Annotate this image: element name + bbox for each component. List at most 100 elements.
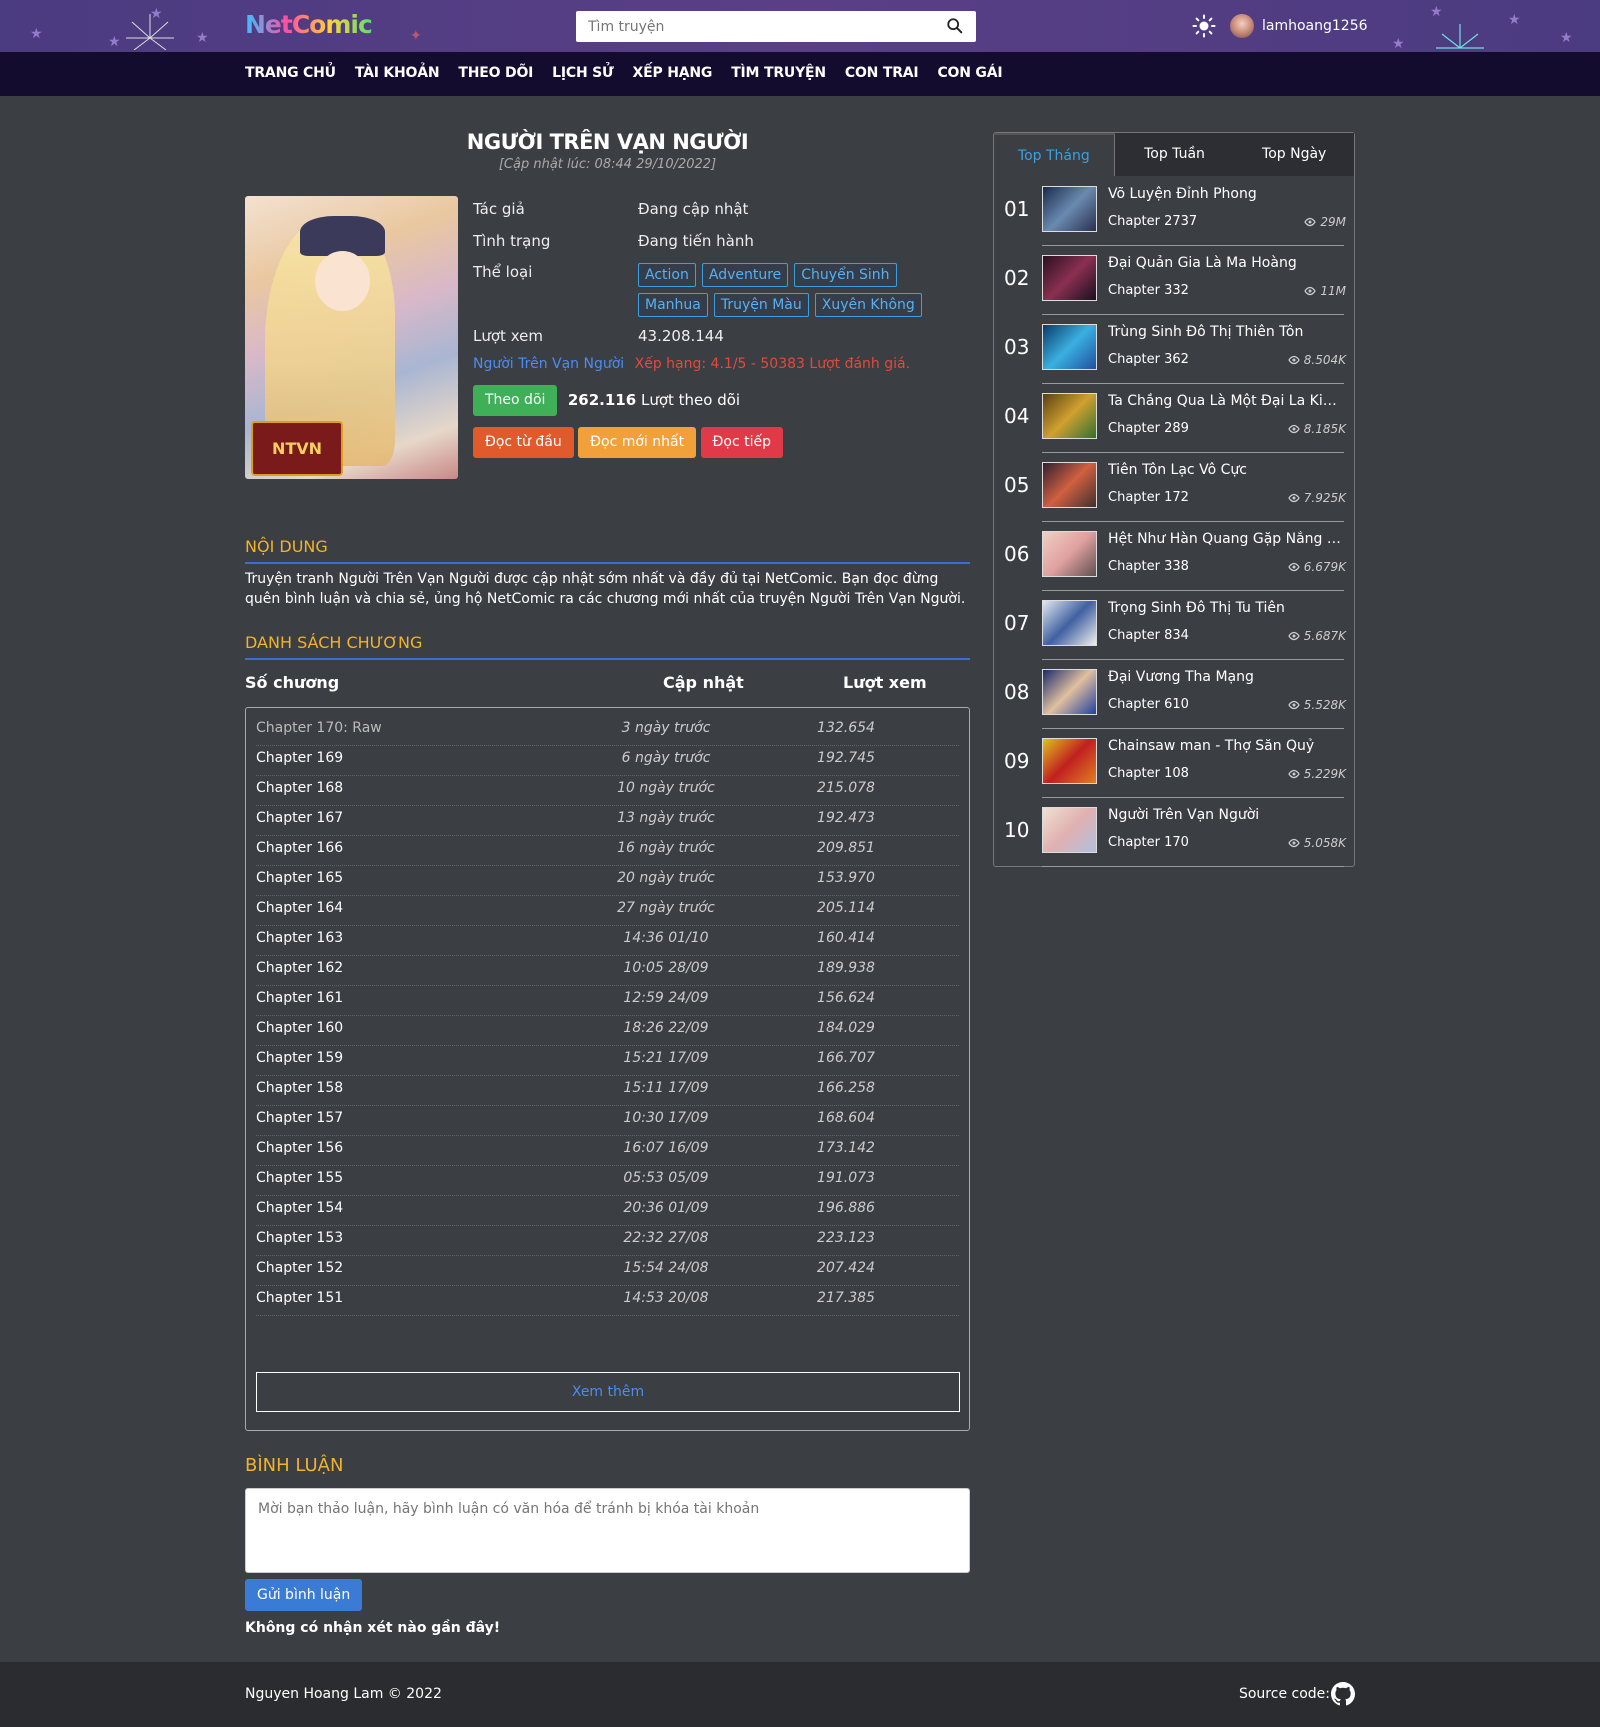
- comic-thumbnail[interactable]: [1042, 669, 1097, 715]
- ranking-chapter[interactable]: Chapter 610: [1108, 697, 1189, 712]
- chapter-row[interactable]: Chapter 168 10 ngày trước 215.078: [256, 773, 959, 806]
- comic-thumbnail[interactable]: [1042, 186, 1097, 232]
- chapter-row[interactable]: Chapter 159 15:21 17/09 166.707: [256, 1043, 959, 1076]
- nav-item-following[interactable]: THEO DÕI: [458, 65, 533, 81]
- comic-thumbnail[interactable]: [1042, 462, 1097, 508]
- comic-name-link[interactable]: Người Trên Vạn Người: [473, 356, 624, 372]
- chapter-name[interactable]: Chapter 162: [256, 960, 343, 976]
- chapter-name[interactable]: Chapter 170: Raw: [256, 720, 382, 736]
- ranking-comic-name[interactable]: Đại Vương Tha Mạng: [1108, 669, 1348, 685]
- chapter-row[interactable]: Chapter 164 27 ngày trước 205.114: [256, 893, 959, 926]
- chapter-name[interactable]: Chapter 169: [256, 750, 343, 766]
- nav-item-history[interactable]: LỊCH SỬ: [552, 65, 614, 81]
- chapter-row[interactable]: Chapter 166 16 ngày trước 209.851: [256, 833, 959, 866]
- ranking-item[interactable]: 02 Đại Quản Gia Là Ma Hoàng Chapter 332 11M: [994, 246, 1354, 315]
- genre-tag[interactable]: Action: [638, 263, 696, 287]
- chapter-name[interactable]: Chapter 165: [256, 870, 343, 886]
- nav-item-ranking[interactable]: XẾP HẠNG: [633, 65, 713, 81]
- ranking-item[interactable]: 10 Người Trên Vạn Người Chapter 170 5.058K: [994, 798, 1354, 867]
- ranking-item[interactable]: 01 Võ Luyện Đỉnh Phong Chapter 2737 29M: [994, 177, 1354, 246]
- ranking-chapter[interactable]: Chapter 362: [1108, 352, 1189, 367]
- ranking-comic-name[interactable]: Hệt Như Hàn Quang Gặp Nắng Gắt: [1108, 531, 1348, 547]
- tab-top-week[interactable]: Top Tuần: [1115, 133, 1235, 176]
- chapter-row[interactable]: Chapter 153 22:32 27/08 223.123: [256, 1223, 959, 1256]
- ranking-comic-name[interactable]: Ta Chẳng Qua Là Một Đại La Kim...: [1108, 393, 1348, 409]
- comic-thumbnail[interactable]: [1042, 600, 1097, 646]
- comic-thumbnail[interactable]: [1042, 255, 1097, 301]
- ranking-item[interactable]: 05 Tiên Tôn Lạc Vô Cực Chapter 172 7.925K: [994, 453, 1354, 522]
- follow-button[interactable]: Theo dõi: [473, 385, 558, 416]
- chapter-row[interactable]: Chapter 165 20 ngày trước 153.970: [256, 863, 959, 896]
- tab-top-day[interactable]: Top Ngày: [1234, 133, 1354, 176]
- genre-tag[interactable]: Xuyên Không: [814, 293, 922, 317]
- ranking-comic-name[interactable]: Chainsaw man - Thợ Săn Quỷ: [1108, 738, 1348, 754]
- chapter-row[interactable]: Chapter 169 6 ngày trước 192.745: [256, 743, 959, 776]
- ranking-item[interactable]: 08 Đại Vương Tha Mạng Chapter 610 5.528K: [994, 660, 1354, 729]
- nav-item-home[interactable]: TRANG CHỦ: [245, 65, 336, 81]
- chapter-name[interactable]: Chapter 160: [256, 1020, 343, 1036]
- comic-thumbnail[interactable]: [1042, 393, 1097, 439]
- chapter-row[interactable]: Chapter 170: Raw 3 ngày trước 132.654: [256, 713, 959, 746]
- chapter-name[interactable]: Chapter 153: [256, 1230, 343, 1246]
- ranking-comic-name[interactable]: Người Trên Vạn Người: [1108, 807, 1348, 823]
- chapter-name[interactable]: Chapter 154: [256, 1200, 343, 1216]
- site-logo[interactable]: NetComic: [245, 10, 373, 39]
- chapter-row[interactable]: Chapter 157 10:30 17/09 168.604: [256, 1103, 959, 1136]
- chapter-name[interactable]: Chapter 152: [256, 1260, 343, 1276]
- comment-input[interactable]: [246, 1489, 969, 1572]
- ranking-chapter[interactable]: Chapter 172: [1108, 490, 1189, 505]
- chapter-name[interactable]: Chapter 156: [256, 1140, 343, 1156]
- ranking-item[interactable]: 04 Ta Chẳng Qua Là Một Đại La Kim... Chapt…: [994, 384, 1354, 453]
- chapter-row[interactable]: Chapter 163 14:36 01/10 160.414: [256, 923, 959, 956]
- chapter-name[interactable]: Chapter 164: [256, 900, 343, 916]
- search-icon[interactable]: [946, 17, 964, 35]
- ranking-chapter[interactable]: Chapter 108: [1108, 766, 1189, 781]
- ranking-item[interactable]: 03 Trùng Sinh Đô Thị Thiên Tôn Chapter 362…: [994, 315, 1354, 384]
- nav-item-girls[interactable]: CON GÁI: [937, 65, 1002, 81]
- nav-item-account[interactable]: TÀI KHOẢN: [355, 65, 440, 81]
- comic-thumbnail[interactable]: [1042, 324, 1097, 370]
- theme-toggle-sun-icon[interactable]: [1192, 14, 1216, 38]
- ranking-comic-name[interactable]: Trọng Sinh Đô Thị Tu Tiên: [1108, 600, 1348, 616]
- chapter-row[interactable]: Chapter 151 14:53 20/08 217.385: [256, 1283, 959, 1316]
- read-continue-button[interactable]: Đọc tiếp: [700, 427, 783, 458]
- nav-item-search[interactable]: TÌM TRUYỆN: [731, 65, 826, 81]
- chapter-name[interactable]: Chapter 157: [256, 1110, 343, 1126]
- chapter-row[interactable]: Chapter 160 18:26 22/09 184.029: [256, 1013, 959, 1046]
- ranking-chapter[interactable]: Chapter 338: [1108, 559, 1189, 574]
- user-menu[interactable]: lamhoang1256: [1230, 14, 1368, 38]
- chapter-row[interactable]: Chapter 158 15:11 17/09 166.258: [256, 1073, 959, 1106]
- nav-item-boys[interactable]: CON TRAI: [845, 65, 919, 81]
- chapter-name[interactable]: Chapter 163: [256, 930, 343, 946]
- ranking-chapter[interactable]: Chapter 170: [1108, 835, 1189, 850]
- ranking-chapter[interactable]: Chapter 2737: [1108, 214, 1197, 229]
- chapter-name[interactable]: Chapter 151: [256, 1290, 343, 1306]
- comic-thumbnail[interactable]: [1042, 738, 1097, 784]
- ranking-item[interactable]: 07 Trọng Sinh Đô Thị Tu Tiên Chapter 834 5.…: [994, 591, 1354, 660]
- ranking-item[interactable]: 09 Chainsaw man - Thợ Săn Quỷ Chapter 108 5…: [994, 729, 1354, 798]
- comic-thumbnail[interactable]: [1042, 531, 1097, 577]
- chapter-row[interactable]: Chapter 156 16:07 16/09 173.142: [256, 1133, 959, 1166]
- search-input[interactable]: [576, 11, 936, 42]
- chapter-row[interactable]: Chapter 162 10:05 28/09 189.938: [256, 953, 959, 986]
- github-icon[interactable]: [1331, 1682, 1355, 1706]
- genre-tag[interactable]: Chuyển Sinh: [794, 263, 897, 287]
- ranking-comic-name[interactable]: Đại Quản Gia Là Ma Hoàng: [1108, 255, 1348, 271]
- chapter-name[interactable]: Chapter 168: [256, 780, 343, 796]
- genre-tag[interactable]: Manhua: [638, 293, 708, 317]
- ranking-chapter[interactable]: Chapter 332: [1108, 283, 1189, 298]
- chapter-name[interactable]: Chapter 161: [256, 990, 343, 1006]
- chapter-row[interactable]: Chapter 167 13 ngày trước 192.473: [256, 803, 959, 836]
- genre-tag[interactable]: Adventure: [701, 263, 789, 287]
- chapter-name[interactable]: Chapter 159: [256, 1050, 343, 1066]
- ranking-chapter[interactable]: Chapter 834: [1108, 628, 1189, 643]
- chapter-name[interactable]: Chapter 167: [256, 810, 343, 826]
- load-more-button[interactable]: Xem thêm: [256, 1372, 960, 1412]
- chapter-name[interactable]: Chapter 155: [256, 1170, 343, 1186]
- read-latest-button[interactable]: Đọc mới nhất: [578, 427, 697, 458]
- chapter-row[interactable]: Chapter 155 05:53 05/09 191.073: [256, 1163, 959, 1196]
- ranking-comic-name[interactable]: Trùng Sinh Đô Thị Thiên Tôn: [1108, 324, 1348, 340]
- chapter-name[interactable]: Chapter 158: [256, 1080, 343, 1096]
- ranking-item[interactable]: 06 Hệt Như Hàn Quang Gặp Nắng Gắt Chapter …: [994, 522, 1354, 591]
- chapter-name[interactable]: Chapter 166: [256, 840, 343, 856]
